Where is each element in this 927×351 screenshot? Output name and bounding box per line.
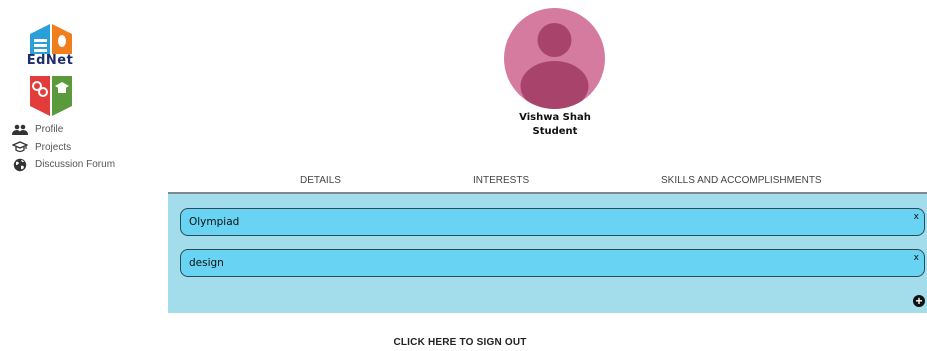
profile-tabs: DETAILS INTERESTS SKILLS AND ACCOMPLISHM… <box>168 175 927 187</box>
people-icon <box>12 123 28 137</box>
skills-panel: Olympiad x design x + <box>168 192 927 313</box>
sidebar-item-label: Projects <box>35 141 72 153</box>
sidebar-nav: Profile Projects Discussion Forum <box>12 121 115 174</box>
remove-skill-button[interactable]: x <box>914 212 919 222</box>
skill-chip: design x <box>180 249 925 277</box>
sidebar-item-projects[interactable]: Projects <box>12 139 115 157</box>
skill-chip: Olympiad x <box>180 208 925 236</box>
tab-interests[interactable]: INTERESTS <box>473 175 529 186</box>
ednet-logo-icon <box>30 24 72 116</box>
add-skill-button[interactable]: + <box>913 295 925 307</box>
ednet-logo <box>20 20 80 120</box>
sidebar-item-label: Discussion Forum <box>35 159 116 171</box>
sidebar-item-profile[interactable]: Profile <box>12 121 115 139</box>
tab-details[interactable]: DETAILS <box>300 175 341 186</box>
logo-text: EdNet <box>26 53 74 68</box>
user-avatar-icon <box>520 23 589 109</box>
globe-icon <box>12 158 28 172</box>
remove-skill-button[interactable]: x <box>914 253 919 263</box>
add-circle-icon: + <box>915 294 923 308</box>
skill-chip-label: design <box>189 257 224 269</box>
profile-avatar <box>504 8 605 109</box>
profile-role: Student <box>532 126 578 137</box>
graduation-cap-icon <box>12 140 28 154</box>
sidebar-item-discussion-forum[interactable]: Discussion Forum <box>12 156 115 174</box>
sidebar-item-label: Profile <box>35 124 64 136</box>
skill-chip-label: Olympiad <box>189 216 240 228</box>
profile-name: Vishwa Shah <box>519 112 591 123</box>
tab-skills-and-accomplishments[interactable]: SKILLS AND ACCOMPLISHMENTS <box>661 175 822 186</box>
sign-out-link[interactable]: CLICK HERE TO SIGN OUT <box>360 337 560 348</box>
